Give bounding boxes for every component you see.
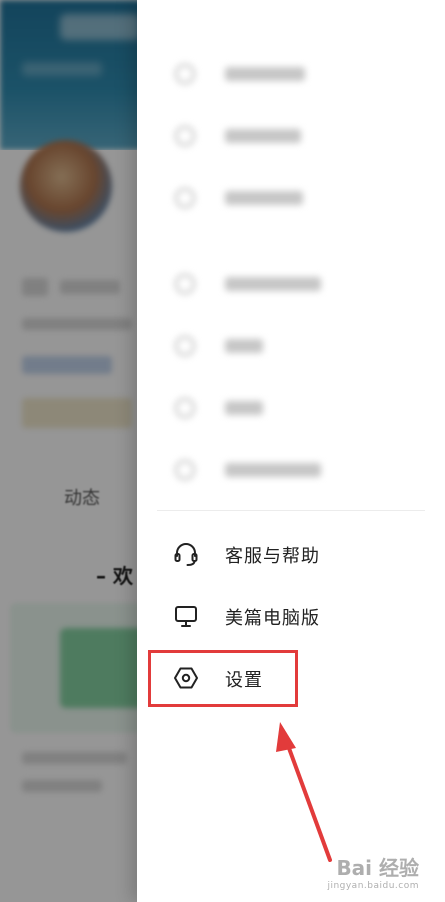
blurred-menu-item[interactable] — [175, 456, 415, 486]
menu-item-label: 美篇电脑版 — [225, 608, 320, 629]
watermark-text: Bai 经验 — [336, 856, 419, 880]
blurred-menu-item[interactable] — [175, 270, 415, 300]
blurred-icon — [175, 188, 195, 208]
side-drawer: 客服与帮助 美篇电脑版 设置 — [137, 0, 445, 902]
blurred-label — [225, 67, 305, 81]
watermark: Bai 经验 jingyan.baidu.com — [327, 852, 419, 891]
settings-hexagon-icon — [173, 665, 199, 691]
menu-item-desktop-version[interactable]: 美篇电脑版 — [137, 588, 445, 644]
blurred-icon — [175, 274, 195, 294]
blurred-menu-item[interactable] — [175, 184, 415, 214]
blurred-label — [225, 463, 321, 477]
watermark-url: jingyan.baidu.com — [327, 881, 419, 891]
menu-item-settings[interactable]: 设置 — [137, 650, 445, 706]
blurred-icon — [175, 398, 195, 418]
menu-item-customer-service[interactable]: 客服与帮助 — [137, 526, 445, 582]
blurred-icon — [175, 336, 195, 356]
menu-item-label: 设置 — [225, 670, 263, 691]
blurred-label — [225, 129, 301, 143]
blurred-menu-item[interactable] — [175, 332, 415, 362]
blurred-label — [225, 191, 303, 205]
blurred-menu-item[interactable] — [175, 394, 415, 424]
blurred-menu-item[interactable] — [175, 122, 415, 152]
blurred-menu-item[interactable] — [175, 60, 415, 90]
menu-item-label: 客服与帮助 — [225, 546, 320, 567]
monitor-icon — [173, 603, 199, 629]
blurred-label — [225, 277, 321, 291]
blurred-icon — [175, 126, 195, 146]
blurred-label — [225, 401, 263, 415]
blurred-icon — [175, 64, 195, 84]
headset-icon — [173, 541, 199, 567]
menu-divider — [157, 510, 425, 511]
blurred-icon — [175, 460, 195, 480]
blurred-label — [225, 339, 263, 353]
